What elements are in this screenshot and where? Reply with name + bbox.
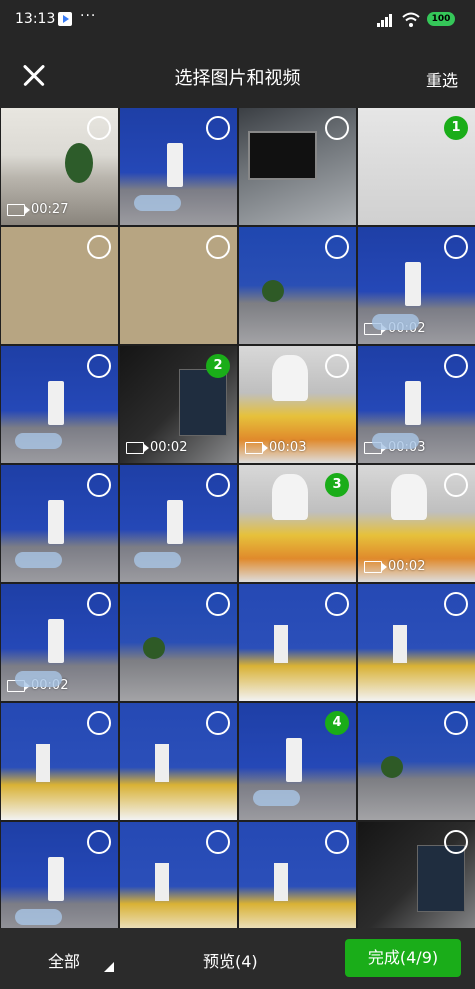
media-tile[interactable]: 00:03 — [358, 346, 475, 463]
video-camera-icon — [364, 560, 387, 573]
select-circle-icon[interactable] — [87, 830, 111, 854]
select-circle-icon[interactable] — [87, 235, 111, 259]
video-camera-icon — [7, 679, 30, 692]
selection-number: 3 — [332, 477, 342, 492]
video-duration-text: 00:03 — [269, 440, 307, 455]
select-circle-icon[interactable] — [206, 830, 230, 854]
media-tile[interactable] — [1, 465, 118, 582]
video-duration: 00:27 — [7, 202, 68, 217]
video-duration: 00:02 — [364, 321, 425, 336]
media-tile[interactable] — [120, 584, 237, 701]
selected-order-badge[interactable]: 3 — [325, 473, 349, 497]
status-time: 13:13 — [15, 11, 56, 27]
selected-order-badge[interactable]: 1 — [444, 116, 468, 140]
select-circle-icon[interactable] — [87, 354, 111, 378]
select-circle-icon[interactable] — [444, 354, 468, 378]
media-tile[interactable]: 00:27 — [1, 108, 118, 225]
select-circle-icon[interactable] — [444, 235, 468, 259]
select-circle-icon[interactable] — [444, 711, 468, 735]
album-selector[interactable]: 全部 — [48, 948, 80, 972]
video-duration-text: 00:02 — [388, 559, 426, 574]
media-tile[interactable]: 00:03 — [239, 346, 356, 463]
media-tile[interactable] — [1, 346, 118, 463]
page-title: 选择图片和视频 — [174, 68, 301, 89]
video-duration: 00:02 — [7, 678, 68, 693]
video-duration: 00:03 — [364, 440, 425, 455]
video-duration-text: 00:03 — [388, 440, 426, 455]
done-button[interactable]: 完成(4/9) — [345, 939, 461, 977]
select-circle-icon[interactable] — [325, 830, 349, 854]
video-duration: 00:02 — [126, 440, 187, 455]
media-tile[interactable]: 1 — [358, 108, 475, 225]
media-tile[interactable]: 00:02 — [358, 465, 475, 582]
video-camera-icon — [245, 441, 268, 454]
media-tile[interactable]: 4 — [239, 703, 356, 820]
media-tile[interactable] — [120, 465, 237, 582]
select-circle-icon[interactable] — [444, 830, 468, 854]
bottom-bar: 全部 预览(4) 完成(4/9) — [0, 928, 475, 989]
video-duration: 00:02 — [364, 559, 425, 574]
play-store-icon — [58, 12, 72, 26]
more-notifications-icon: ··· — [80, 8, 97, 24]
select-circle-icon[interactable] — [87, 116, 111, 140]
media-tile[interactable]: 3 — [239, 465, 356, 582]
selection-number: 2 — [213, 358, 223, 373]
select-circle-icon[interactable] — [444, 592, 468, 616]
video-duration-text: 00:02 — [31, 678, 69, 693]
select-circle-icon[interactable] — [87, 711, 111, 735]
selection-number: 1 — [451, 120, 461, 135]
select-circle-icon[interactable] — [87, 592, 111, 616]
select-circle-icon[interactable] — [206, 711, 230, 735]
media-tile[interactable]: 00:02 — [358, 227, 475, 344]
media-tile[interactable] — [1, 703, 118, 820]
media-tile[interactable] — [358, 703, 475, 820]
status-bar: 13:13 ··· 100 — [0, 0, 475, 42]
video-duration-text: 00:02 — [388, 321, 426, 336]
media-tile[interactable]: 00:02 — [1, 584, 118, 701]
select-circle-icon[interactable] — [206, 235, 230, 259]
media-tile[interactable] — [358, 584, 475, 701]
reselect-button[interactable]: 重选 — [426, 67, 458, 91]
select-circle-icon[interactable] — [444, 473, 468, 497]
media-tile[interactable] — [120, 108, 237, 225]
video-duration-text: 00:02 — [150, 440, 188, 455]
signal-icon — [377, 13, 395, 27]
video-camera-icon — [364, 322, 387, 335]
media-tile[interactable] — [1, 227, 118, 344]
media-tile[interactable]: 2 00:02 — [120, 346, 237, 463]
media-tile[interactable] — [239, 227, 356, 344]
wifi-icon — [402, 12, 420, 27]
select-circle-icon[interactable] — [325, 116, 349, 140]
select-circle-icon[interactable] — [325, 354, 349, 378]
select-circle-icon[interactable] — [87, 473, 111, 497]
battery-indicator: 100 — [427, 12, 455, 26]
album-dropdown-icon[interactable] — [104, 962, 114, 972]
select-circle-icon[interactable] — [325, 592, 349, 616]
selection-number: 4 — [332, 715, 342, 730]
select-circle-icon[interactable] — [206, 473, 230, 497]
media-tile[interactable] — [358, 822, 475, 928]
media-tile[interactable] — [239, 584, 356, 701]
select-circle-icon[interactable] — [206, 592, 230, 616]
media-tile[interactable] — [1, 822, 118, 928]
media-tile[interactable] — [120, 227, 237, 344]
video-duration-text: 00:27 — [31, 202, 69, 217]
video-camera-icon — [7, 203, 30, 216]
video-camera-icon — [126, 441, 149, 454]
video-duration: 00:03 — [245, 440, 306, 455]
selected-order-badge[interactable]: 2 — [206, 354, 230, 378]
video-camera-icon — [364, 441, 387, 454]
header: 选择图片和视频 重选 — [0, 42, 475, 108]
select-circle-icon[interactable] — [325, 235, 349, 259]
media-tile[interactable] — [120, 703, 237, 820]
selected-order-badge[interactable]: 4 — [325, 711, 349, 735]
media-tile[interactable] — [120, 822, 237, 928]
select-circle-icon[interactable] — [206, 116, 230, 140]
media-tile[interactable] — [239, 108, 356, 225]
media-grid: 00:27 1 00:02 2 00:02 00:03 00:03 3 00:02 00:02 4 — [0, 108, 475, 928]
media-tile[interactable] — [239, 822, 356, 928]
preview-button[interactable]: 预览(4) — [203, 948, 258, 972]
